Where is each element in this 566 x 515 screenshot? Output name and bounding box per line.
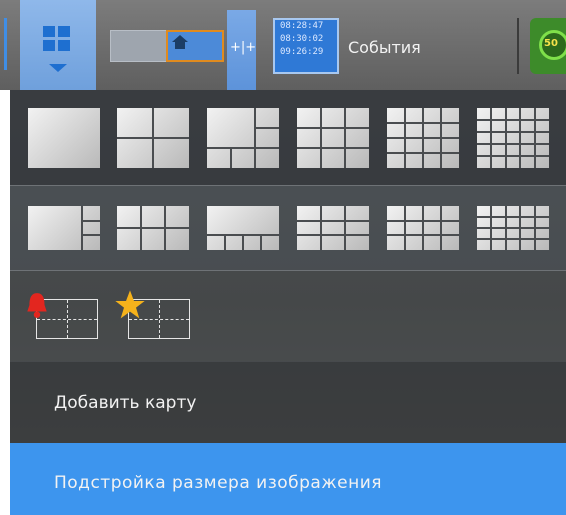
bell-icon <box>27 293 47 318</box>
layout-1-plus-5[interactable] <box>207 108 279 168</box>
gauge-icon[interactable]: 50 <box>530 18 566 74</box>
star-icon <box>115 290 145 319</box>
resize-icon: +|+ <box>230 40 257 55</box>
clock-line: 09:26:29 <box>280 47 324 57</box>
caret-down-icon <box>49 64 67 72</box>
layout-4x4[interactable] <box>387 108 459 168</box>
layout-2x2[interactable] <box>117 108 189 168</box>
layout-1x1[interactable] <box>28 108 100 168</box>
grid-icon <box>43 26 71 52</box>
layout-wide-4x5[interactable] <box>477 206 549 250</box>
alarm-layout-button[interactable] <box>24 291 102 341</box>
layout-3x3[interactable] <box>297 108 369 168</box>
gauge-text: 50 <box>544 38 558 49</box>
layout-wide-3x3[interactable] <box>297 206 369 250</box>
left-edge-indicator <box>0 18 10 70</box>
top-toolbar: +|+ 08:28:47 08:30:02 09:26:29 События 5… <box>0 0 566 90</box>
home-icon <box>172 35 188 49</box>
layouts-row-special <box>10 271 566 362</box>
fit-image-size-menu-item[interactable]: Подстройка размера изображения <box>10 443 566 515</box>
screen-thumb[interactable] <box>110 30 170 62</box>
add-map-label: Добавить карту <box>54 393 197 413</box>
clock-line: 08:30:02 <box>280 34 324 44</box>
layouts-row-standard <box>10 90 566 186</box>
events-clock-icon[interactable]: 08:28:47 08:30:02 09:26:29 <box>273 18 339 74</box>
layout-wide-1-plus-4[interactable] <box>207 206 279 250</box>
toolbar-divider <box>517 18 519 74</box>
screen-thumb-active[interactable] <box>166 30 224 62</box>
panel-splitter[interactable]: +|+ <box>227 10 256 90</box>
layout-wide-1-plus-3[interactable] <box>28 206 100 250</box>
events-button-label[interactable]: События <box>348 38 421 57</box>
layout-wide-2x3[interactable] <box>117 206 189 250</box>
fit-image-size-label: Подстройка размера изображения <box>54 473 383 493</box>
add-map-menu-item[interactable]: Добавить карту <box>10 361 566 443</box>
layouts-button[interactable] <box>20 0 96 90</box>
screen-selector[interactable] <box>110 30 224 62</box>
layout-5x5[interactable] <box>477 108 549 168</box>
layout-wide-3x4[interactable] <box>387 206 459 250</box>
layouts-dropdown-panel: Добавить карту Подстройка размера изобра… <box>10 90 566 515</box>
clock-line: 08:28:47 <box>280 21 324 31</box>
layouts-row-wide <box>10 186 566 271</box>
favorite-layout-button[interactable] <box>114 289 194 341</box>
